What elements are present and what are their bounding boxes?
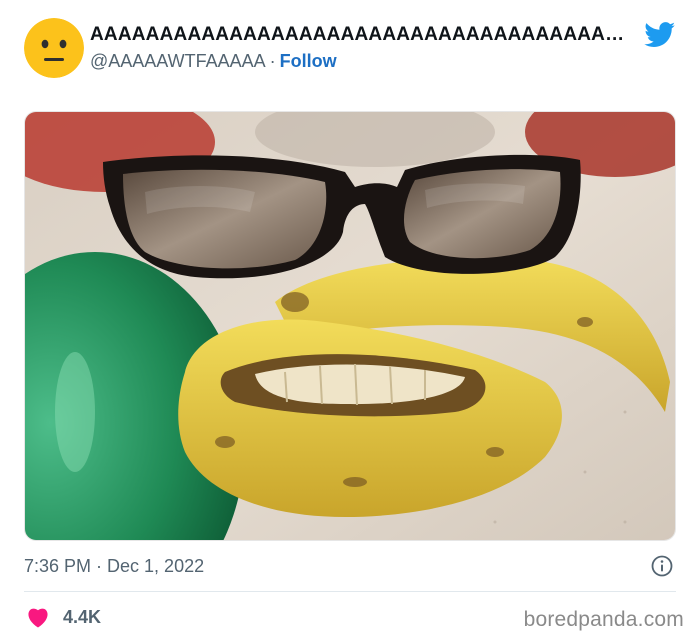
tweet-photo[interactable] [24, 111, 676, 541]
author-avatar[interactable] [24, 18, 84, 78]
handle-row: @AAAAAWTFAAAAA · Follow [90, 51, 337, 72]
info-icon[interactable] [651, 555, 673, 577]
tweet-card: AAAAAAAAAAAAAAAAAAAAAAAAAAAAAAAAAAAAAA..… [0, 0, 700, 644]
author-display-name[interactable]: AAAAAAAAAAAAAAAAAAAAAAAAAAAAAAAAAAAAAA..… [90, 24, 630, 46]
heart-icon[interactable] [26, 606, 50, 628]
boredpanda-watermark: boredpanda.com [523, 608, 684, 631]
banana-peel-sunglasses-image [25, 112, 675, 540]
neutral-face-emoji-icon [24, 18, 84, 78]
tweet-timestamp[interactable]: 7:36 PM · Dec 1, 2022 [24, 556, 204, 577]
separator-dot: · [269, 51, 276, 71]
footer-divider [24, 591, 676, 592]
twitter-bird-icon[interactable] [644, 22, 676, 48]
author-handle[interactable]: @AAAAAWTFAAAAA [90, 51, 266, 71]
like-count: 4.4K [63, 607, 102, 627]
follow-button[interactable]: Follow [280, 51, 337, 71]
